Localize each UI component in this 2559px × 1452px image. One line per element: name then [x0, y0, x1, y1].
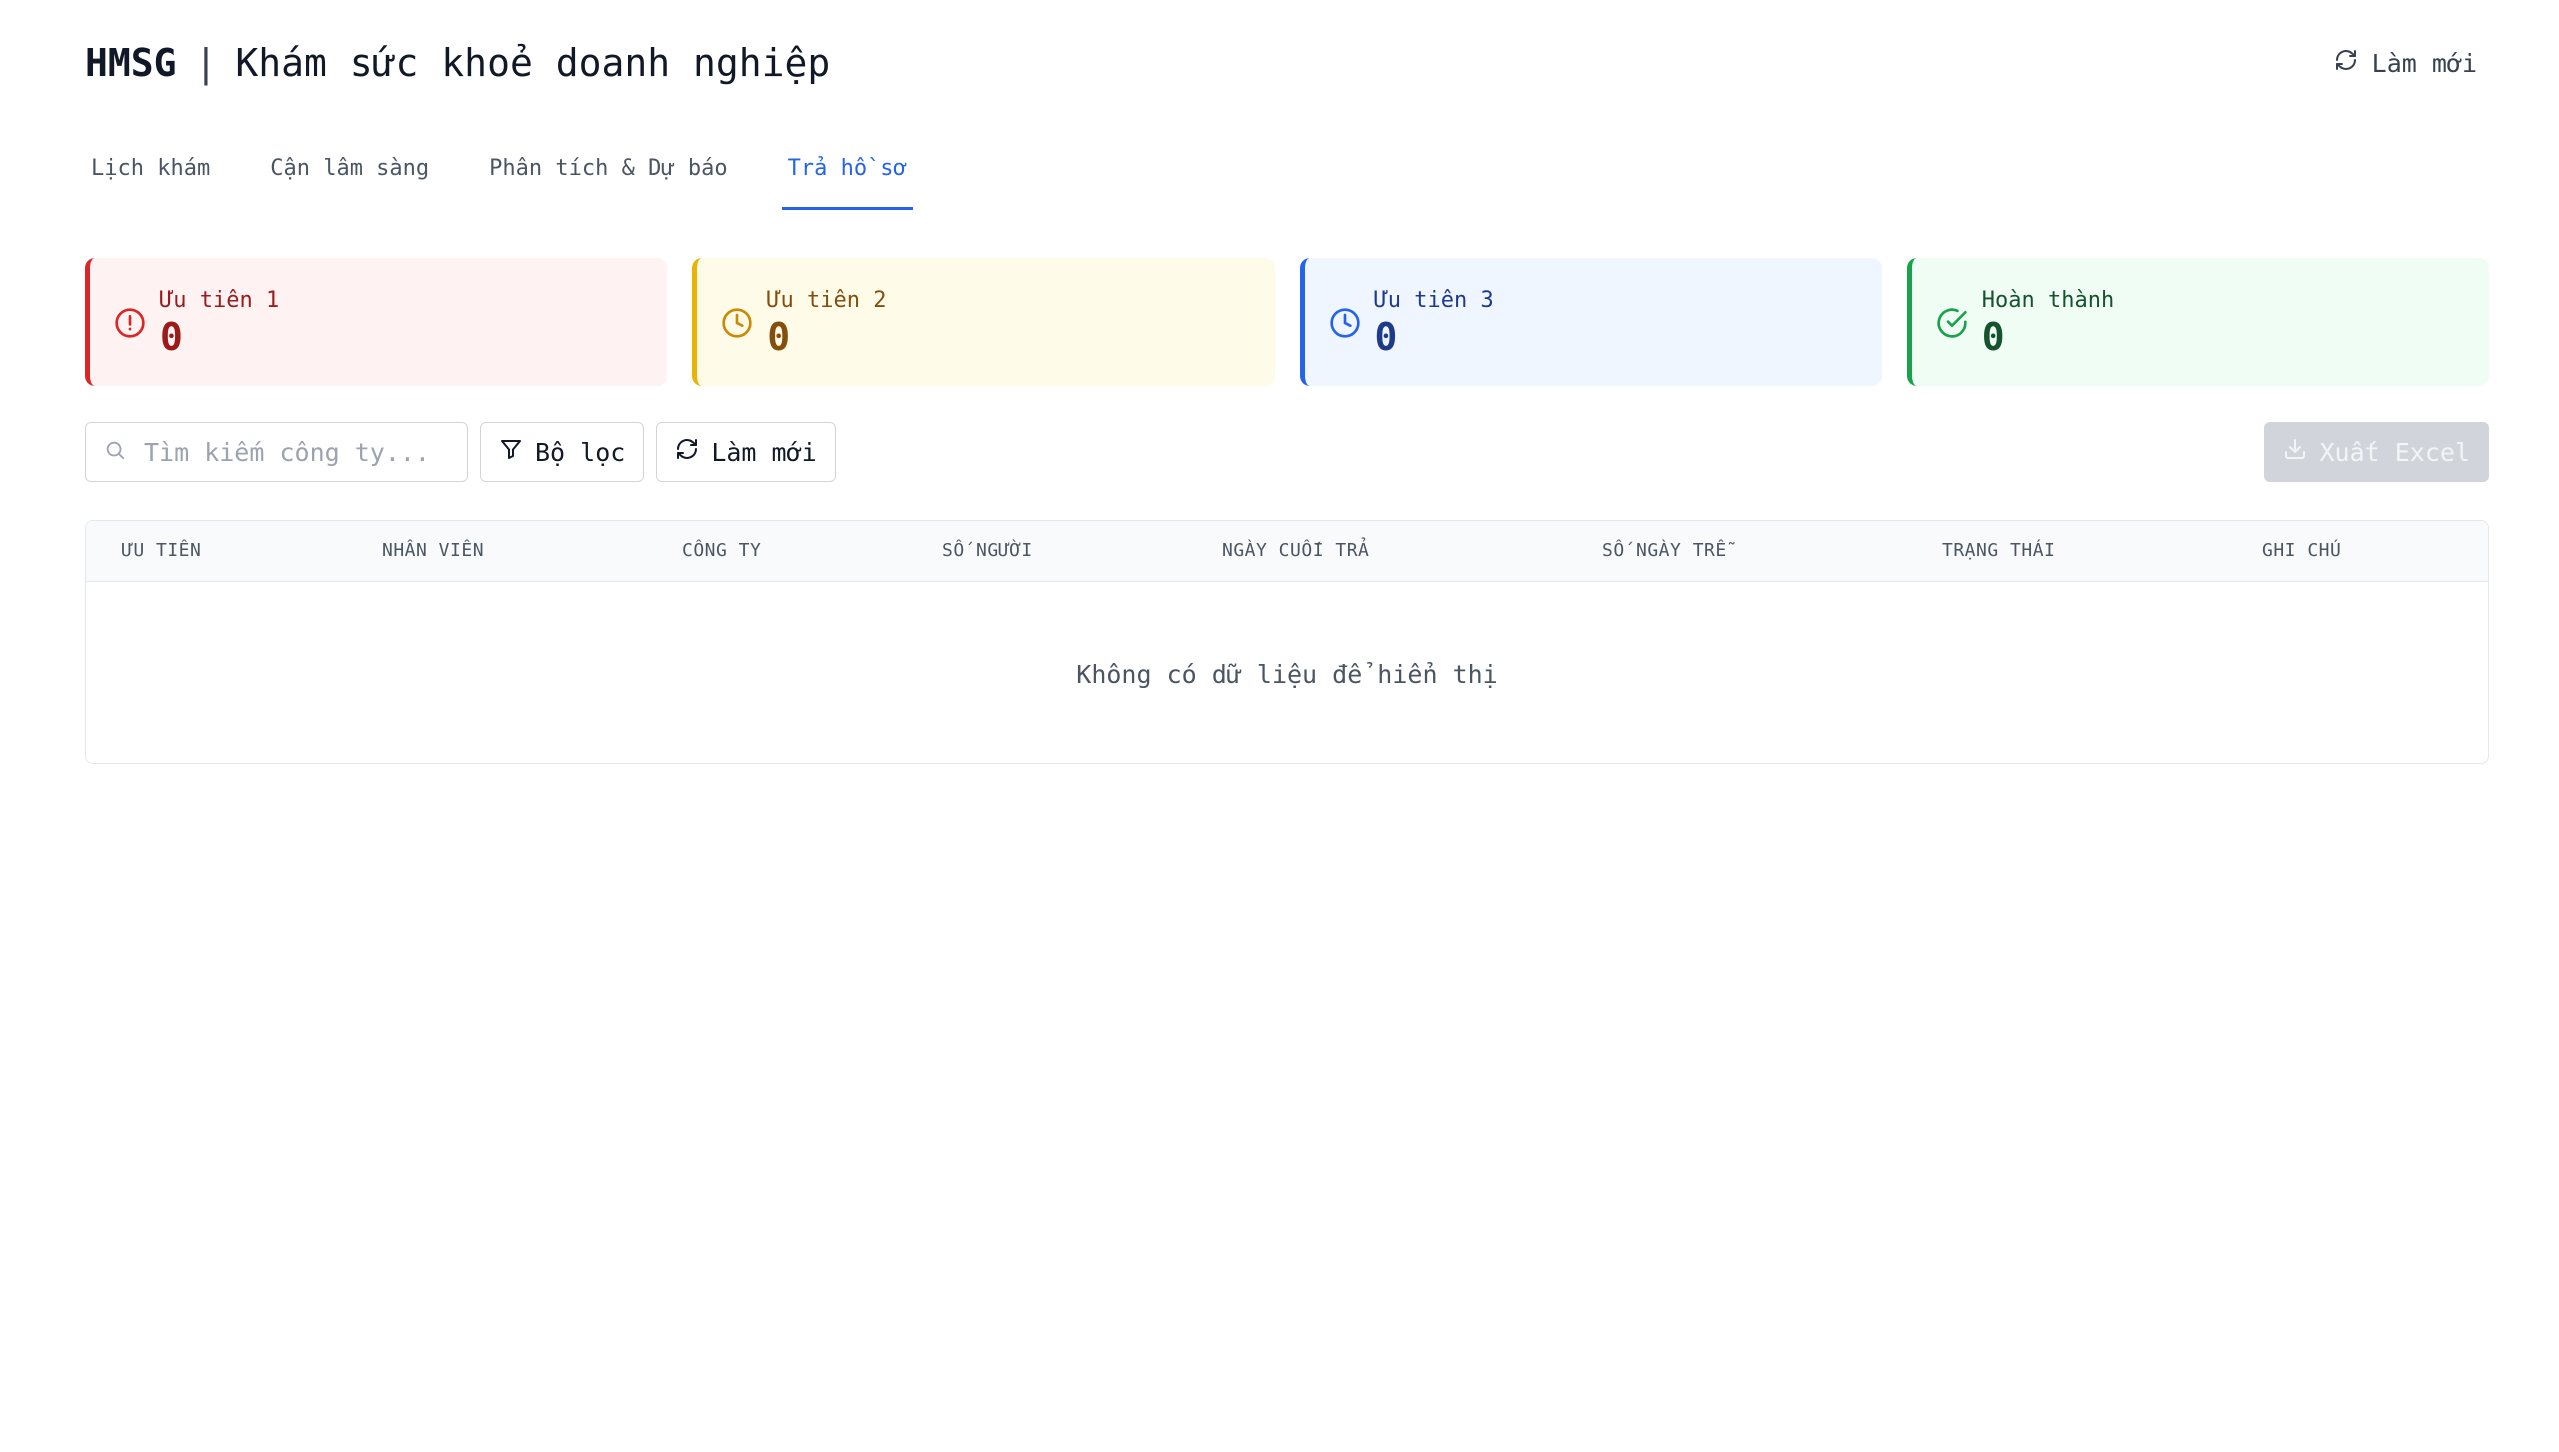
export-button-label: Xuất Excel — [2319, 437, 2470, 467]
column-header-employee[interactable]: Nhân viên — [382, 521, 484, 581]
stat-card-body: Ưu tiên 3 0 — [1375, 288, 1494, 357]
tab-bar: Lịch khám Cận lâm sàng Phân tích & Dự bá… — [85, 140, 961, 210]
page: HMSG | Khám sức khoẻ doanh nghiệp Làm mới … — [0, 0, 2559, 1452]
stat-card-value: 0 — [1981, 314, 2005, 359]
column-header-status[interactable]: Trạng thái — [1942, 521, 2055, 581]
column-header-people-count[interactable]: Số người — [942, 521, 1033, 581]
check-circle-icon — [1936, 307, 1968, 339]
stat-card-priority-2: Ưu tiên 2 0 — [692, 258, 1275, 386]
brand-name: HMSG — [85, 41, 177, 85]
stat-card-body: Ưu tiên 1 0 — [160, 288, 279, 357]
column-header-priority[interactable]: Ưu tiên — [122, 521, 201, 581]
stat-card-value: 0 — [767, 314, 791, 359]
refresh-button[interactable]: Làm mới — [656, 422, 836, 482]
stat-card-value: 0 — [160, 314, 183, 359]
header-refresh-label: Làm mới — [2371, 48, 2477, 78]
app-title: Khám sức khoẻ doanh nghiệp — [235, 41, 831, 85]
stat-card-value: 0 — [1374, 314, 1398, 359]
column-header-note[interactable]: Ghi chú — [2262, 521, 2341, 581]
stat-card-label: Ưu tiên 3 — [1374, 287, 1494, 313]
title-separator: | — [194, 41, 218, 85]
stat-card-body: Hoàn thành 0 — [1982, 288, 2114, 357]
column-header-days-late[interactable]: Số ngày trễ — [1602, 521, 1727, 581]
tab-phan-tich-du-bao[interactable]: Phân tích & Dự báo — [483, 140, 733, 210]
stat-card-completed: Hoàn thành 0 — [1906, 258, 2489, 386]
filter-icon — [499, 437, 523, 467]
clock-icon — [721, 307, 753, 339]
tab-tra-ho-so[interactable]: Trả hồ sơ — [781, 140, 914, 210]
filter-button[interactable]: Bộ lọc — [480, 422, 645, 482]
stat-card-priority-3: Ưu tiên 3 0 — [1299, 258, 1882, 386]
filter-button-label: Bộ lọc — [535, 437, 626, 467]
header-refresh-button[interactable]: Làm mới — [2322, 42, 2489, 84]
alert-circle-icon — [114, 307, 146, 339]
stat-card-label: Hoàn thành — [1981, 287, 2115, 313]
table-header: Ưu tiên Nhân viên Công ty Số người Ngày … — [86, 521, 2488, 582]
column-header-company[interactable]: Công ty — [682, 521, 761, 581]
stat-card-body: Ưu tiên 2 0 — [767, 288, 886, 357]
page-title: HMSG | Khám sức khoẻ doanh nghiệp — [85, 41, 830, 85]
stat-card-label: Ưu tiên 2 — [767, 287, 887, 313]
stat-cards: Ưu tiên 1 0 Ưu tiên 2 0 Ưu tiên 3 0 Hoàn… — [85, 258, 2489, 386]
export-excel-button[interactable]: Xuất Excel — [2264, 422, 2489, 482]
records-table: Ưu tiên Nhân viên Công ty Số người Ngày … — [85, 520, 2489, 764]
clock-icon — [1329, 307, 1361, 339]
stat-card-label: Ưu tiên 1 — [160, 287, 280, 313]
column-header-due-date[interactable]: Ngày cuối trả — [1222, 521, 1369, 581]
header: HMSG | Khám sức khoẻ doanh nghiệp Làm mới — [85, 38, 2489, 88]
refresh-icon — [675, 437, 699, 467]
stat-card-priority-1: Ưu tiên 1 0 — [85, 258, 668, 386]
refresh-button-label: Làm mới — [711, 437, 817, 467]
empty-state-message: Không có dữ liệu để hiển thị — [1076, 660, 1498, 689]
tab-can-lam-sang[interactable]: Cận lâm sàng — [264, 140, 435, 210]
search-input[interactable] — [142, 436, 446, 468]
toolbar: Bộ lọc Làm mới Xuất Excel — [85, 421, 2489, 483]
download-icon — [2283, 437, 2307, 467]
tab-lich-kham[interactable]: Lịch khám — [85, 140, 216, 210]
search-icon — [104, 439, 126, 465]
refresh-icon — [2334, 48, 2358, 78]
search-box — [85, 422, 468, 482]
